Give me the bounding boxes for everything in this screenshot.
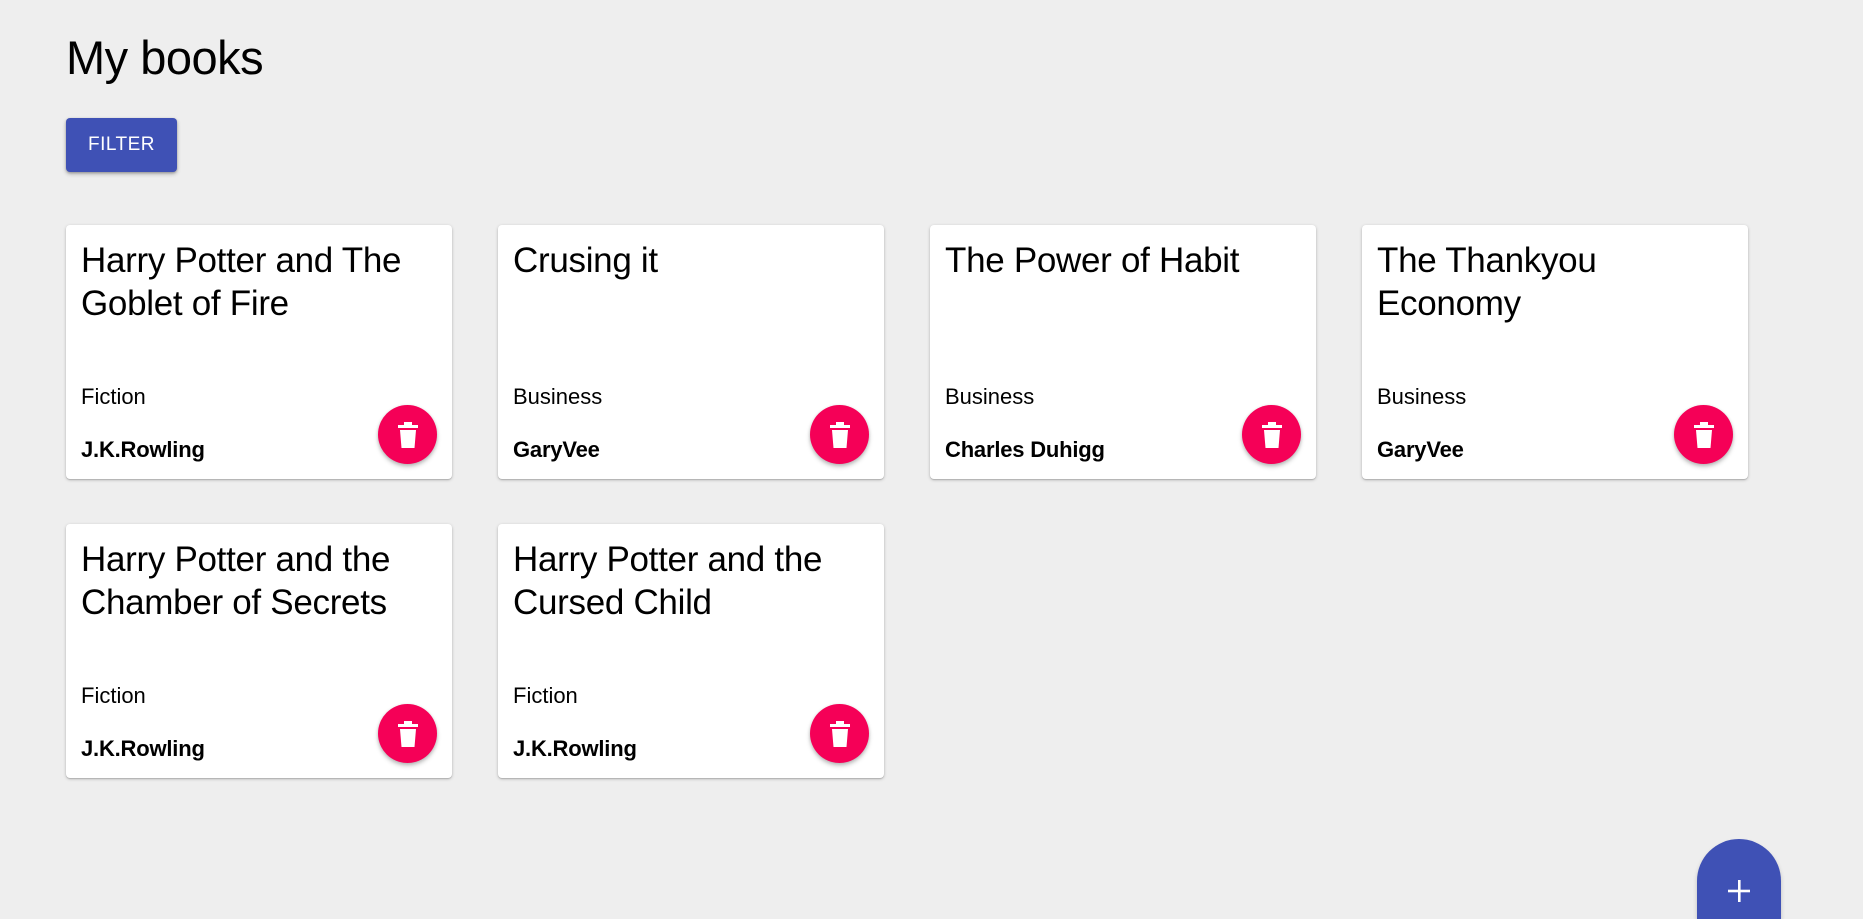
- book-genre: Fiction: [81, 683, 146, 708]
- book-author: J.K.Rowling: [513, 736, 637, 761]
- plus-icon: [1728, 880, 1750, 902]
- trash-icon: [1693, 421, 1714, 448]
- trash-icon: [829, 421, 850, 448]
- book-grid: Harry Potter and The Goblet of Fire Fict…: [66, 225, 1766, 778]
- book-genre: Business: [513, 384, 603, 409]
- book-title: Crusing it: [513, 241, 658, 280]
- delete-book-button[interactable]: [378, 704, 437, 763]
- book-card: Harry Potter and The Goblet of Fire Fict…: [66, 225, 452, 479]
- delete-book-button[interactable]: [378, 405, 437, 464]
- book-author: GaryVee: [513, 437, 600, 462]
- book-author: J.K.Rowling: [81, 437, 205, 462]
- book-genre: Business: [1377, 384, 1467, 409]
- book-author: GaryVee: [1377, 437, 1464, 462]
- delete-book-button[interactable]: [810, 405, 869, 464]
- book-genre: Fiction: [81, 384, 146, 409]
- book-card: Crusing it Business GaryVee: [498, 225, 884, 479]
- trash-icon: [829, 720, 850, 747]
- book-genre: Business: [945, 384, 1035, 409]
- book-title: The Thankyou Economy: [1377, 241, 1597, 323]
- book-title: Harry Potter and The Goblet of Fire: [81, 241, 402, 323]
- book-title: The Power of Habit: [945, 241, 1240, 280]
- filter-button[interactable]: FILTER: [66, 118, 177, 172]
- book-card: Harry Potter and the Cursed Child Fictio…: [498, 524, 884, 778]
- book-title: Harry Potter and the Chamber of Secrets: [81, 540, 391, 622]
- book-genre: Fiction: [513, 683, 578, 708]
- trash-icon: [397, 421, 418, 448]
- book-author: J.K.Rowling: [81, 736, 205, 761]
- trash-icon: [397, 720, 418, 747]
- delete-book-button[interactable]: [810, 704, 869, 763]
- book-card: The Thankyou Economy Business GaryVee: [1362, 225, 1748, 479]
- book-title: Harry Potter and the Cursed Child: [513, 540, 823, 622]
- add-book-button[interactable]: [1697, 839, 1781, 919]
- trash-icon: [1261, 421, 1282, 448]
- delete-book-button[interactable]: [1242, 405, 1301, 464]
- delete-book-button[interactable]: [1674, 405, 1733, 464]
- book-card: Harry Potter and the Chamber of Secrets …: [66, 524, 452, 778]
- book-author: Charles Duhigg: [945, 437, 1105, 462]
- page: My books FILTER Harry Potter and The Gob…: [0, 0, 1863, 919]
- book-card: The Power of Habit Business Charles Duhi…: [930, 225, 1316, 479]
- page-title: My books: [66, 31, 264, 84]
